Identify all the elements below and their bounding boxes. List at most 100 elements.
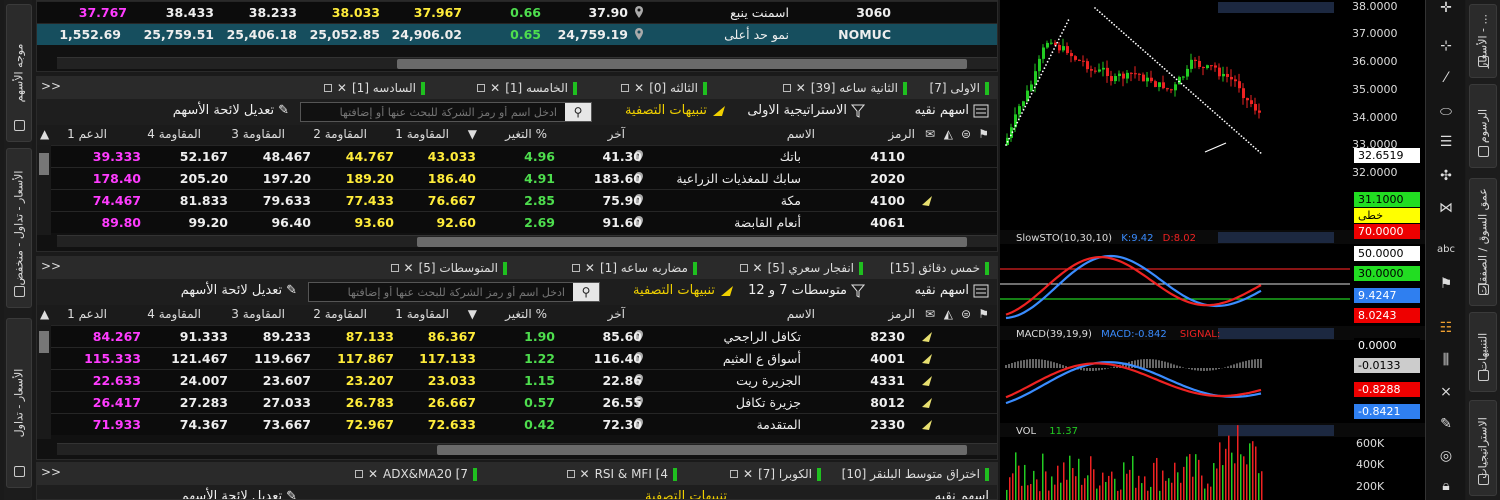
horizontal-scrollbar[interactable] [57,235,997,247]
col-change[interactable]: التغير % [505,127,547,141]
lock-icon[interactable]: 🔒︎ [1434,478,1458,500]
edit-list-button[interactable]: تعديل لائحة الأسهم ✎ [173,103,289,118]
trendline-icon[interactable]: ⁄ [1434,70,1458,92]
overflow-chevron-icon[interactable]: >> [41,79,61,93]
restore-icon[interactable] [1478,284,1489,295]
search-input[interactable] [301,103,563,121]
settings-column-icon[interactable]: ⊜ [961,307,971,321]
table-row[interactable]: 4100 مكة 75.90 2.85 76.667 77.433 79.633… [51,189,997,211]
tab-adx-ma20[interactable]: ✕ ADX&MA20 [7 [354,465,477,483]
col-r1[interactable]: المقاومة 1 [395,307,449,321]
filter-alerts-button[interactable]: تنبيهات التصفية [633,283,735,298]
sort-desc-icon[interactable]: ▼ [468,307,477,321]
stock-search[interactable]: ⚲ [300,102,592,122]
float-icon[interactable] [621,84,630,92]
pin-icon[interactable] [634,6,644,18]
restore-icon[interactable] [14,466,25,477]
table-row[interactable]: 4001 أسواق ع العثيم 116.40 1.22 117.133 … [51,347,997,369]
close-icon[interactable]: ✕ [634,81,644,95]
overflow-chevron-icon[interactable]: >> [41,259,61,273]
filter-alerts-button[interactable]: تنبيهات التصفية [645,489,727,499]
right-tab-prices[interactable]: الأسعار - ... [1469,4,1497,78]
float-icon[interactable] [323,84,332,92]
tab-speculation-hour[interactable]: ✕ مضاربه ساعه [1] [571,259,697,277]
float-icon[interactable] [571,264,580,272]
alert-flag-icon[interactable] [921,353,933,365]
tab-rsi-mfi[interactable]: ✕ RSI & MFI [4 [566,465,677,483]
tab-bollinger-breakout[interactable]: اختراق متوسط البلنقر [10] [842,465,989,483]
restore-icon[interactable] [14,286,25,297]
col-r3[interactable]: المقاومة 3 [231,307,285,321]
col-r1[interactable]: المقاومة 1 [395,127,449,141]
alert-flag-icon[interactable] [921,375,933,387]
sort-up-icon[interactable]: ▲ [40,127,49,141]
horizontal-scrollbar[interactable] [57,57,997,69]
alert-flag-icon[interactable] [921,419,933,431]
restore-icon[interactable] [1478,370,1489,381]
col-name[interactable]: الاسم [787,127,815,141]
hide-icon[interactable]: ◎ [1434,448,1458,470]
pen-icon[interactable]: ✎ [1434,416,1458,438]
col-change[interactable]: التغير % [505,307,547,321]
tab-second-hour[interactable]: ✕ الثانية ساعه [39] [782,79,907,97]
studies-icon[interactable]: ⫼ [1434,352,1458,374]
left-tab-prices-low[interactable]: الأسعار - تداول - منخفض [6,148,32,308]
table-row[interactable]: 8012 جزيرة تكافل 26.55 0.57 26.667 26.78… [51,391,997,413]
settings-column-icon[interactable]: ⊜ [961,127,971,141]
col-s1[interactable]: الدعم 1 [67,307,107,321]
shape-icon[interactable]: ⬭ [1434,104,1458,126]
indicators-icon[interactable]: ☷ [1434,320,1458,342]
sort-desc-icon[interactable]: ▼ [468,127,477,141]
list-selector[interactable]: اسهم نقيه [915,103,989,118]
edit-list-button[interactable]: تعديل لائحة الأسهم ✎ [181,283,297,298]
table-row[interactable]: 2330 المتقدمة 72.30 0.42 72.633 72.967 7… [51,413,997,435]
alert-flag-icon[interactable] [921,195,933,207]
tab-third[interactable]: ✕ الثالثه [0] [621,79,707,97]
float-icon[interactable] [477,84,486,92]
table-row[interactable]: 4331 الجزيرة ريت 22.86 1.15 23.033 23.20… [51,369,997,391]
fibonacci-icon[interactable]: ☰ [1434,134,1458,156]
delete-drawing-icon[interactable]: ⨯ [1434,384,1458,406]
tab-cobra[interactable]: ✕ الكوبرا [7] [730,465,821,483]
horizontal-scrollbar[interactable] [57,443,997,455]
close-icon[interactable]: ✕ [337,81,347,95]
col-r4[interactable]: المقاومة 4 [147,127,201,141]
restore-icon[interactable] [1478,146,1489,157]
right-tab-alerts[interactable]: التنبيهات [1469,312,1497,392]
restore-icon[interactable] [14,120,25,131]
crosshair-icon[interactable]: ✛ [1434,0,1458,22]
col-name[interactable]: الاسم [787,307,815,321]
col-last[interactable]: آخر [608,127,625,141]
float-icon[interactable] [566,470,575,478]
close-icon[interactable]: ✕ [368,467,378,481]
pattern-icon[interactable]: ✣ [1434,168,1458,190]
tab-averages[interactable]: ✕ المتوسطات [5] [390,259,507,277]
float-icon[interactable] [354,470,363,478]
float-icon[interactable] [730,470,738,478]
col-r2[interactable]: المقاومة 2 [313,127,367,141]
strategy-selector[interactable]: متوسطات 7 و 12 [748,283,865,298]
close-icon[interactable]: ✕ [585,261,595,275]
close-icon[interactable]: ✕ [490,81,500,95]
flag-icon[interactable]: ⚑ [1434,276,1458,298]
search-icon[interactable]: ⚲ [565,103,591,121]
list-selector[interactable]: اسهم نقيه [915,283,989,298]
table-row[interactable]: NOMUC نمو حد أعلى 24,759.19 0.65 24,906.… [37,23,997,45]
right-tab-strategies[interactable]: الاستراتيجيات [1469,400,1497,496]
channel-icon[interactable]: ⋈ [1434,200,1458,222]
alert-flag-icon[interactable] [921,397,933,409]
close-icon[interactable]: ✕ [796,81,806,95]
restore-icon[interactable] [1478,474,1489,485]
edit-list-button[interactable]: تعديل لائحة الأسهم ✎ [181,489,297,499]
search-input[interactable] [309,283,571,301]
stock-search[interactable]: ⚲ [308,282,600,302]
col-s1[interactable]: الدعم 1 [67,127,107,141]
float-icon[interactable] [782,84,791,92]
left-tab-prices[interactable]: الأسعار - تداول [6,318,32,488]
col-code[interactable]: الرمز [888,127,915,141]
col-r4[interactable]: المقاومة 4 [147,307,201,321]
table-row[interactable]: 3060 اسمنت ينبع 37.90 0.66 37.967 38.033… [37,1,997,23]
table-row[interactable]: 8230 تكافل الراجحي 85.60 1.90 86.367 87.… [51,325,997,347]
cursor-icon[interactable]: ⊹ [1434,38,1458,60]
filter-alerts-button[interactable]: تنبيهات التصفية [625,103,727,118]
